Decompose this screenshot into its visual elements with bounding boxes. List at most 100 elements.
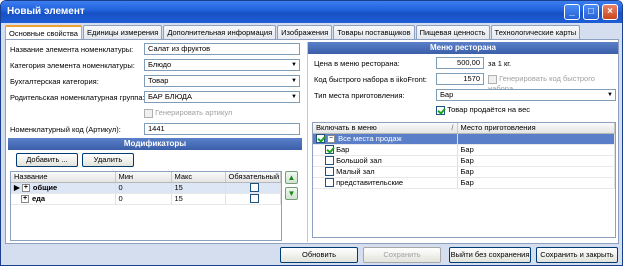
add-modifier-button[interactable]: Добавить ... bbox=[16, 153, 78, 167]
place-prep-cell[interactable]: Бар bbox=[457, 166, 615, 178]
include-checkbox[interactable] bbox=[325, 156, 334, 166]
col-required[interactable]: Обязательный bbox=[225, 172, 281, 183]
place-name-cell[interactable]: Бар bbox=[313, 144, 458, 156]
sold-by-weight-label: Товар продаётся на вес bbox=[447, 105, 531, 114]
table-row[interactable]: Большой зал Бар bbox=[313, 155, 615, 167]
minimize-icon[interactable]: _ bbox=[564, 4, 580, 20]
col-min[interactable]: Мин bbox=[115, 172, 172, 183]
name-input[interactable]: Салат из фруктов bbox=[144, 43, 300, 55]
price-input[interactable]: 500,00 bbox=[436, 57, 484, 69]
include-checkbox[interactable] bbox=[325, 178, 334, 188]
place-name: Большой зал bbox=[336, 155, 382, 165]
tab-nutrition[interactable]: Пищевая ценность bbox=[415, 25, 490, 40]
chevron-down-icon[interactable]: ▼ bbox=[289, 60, 299, 70]
modifiers-grid: Название Мин Макс Обязательный ▶ + общие … bbox=[10, 171, 282, 241]
acc-category-select[interactable]: Товар ▼ bbox=[144, 75, 300, 87]
required-checkbox[interactable] bbox=[249, 183, 259, 193]
modifier-name-cell[interactable]: ▶ + общие bbox=[11, 182, 116, 194]
generate-quick-code-checkbox[interactable] bbox=[488, 74, 497, 84]
table-row[interactable]: − Все места продаж bbox=[313, 133, 615, 145]
expand-icon[interactable]: + bbox=[21, 195, 29, 203]
place-name-cell[interactable]: Большой зал bbox=[313, 155, 458, 167]
menu-header: Меню ресторана bbox=[308, 42, 618, 54]
modifier-name-cell[interactable]: + еда bbox=[11, 193, 116, 205]
include-checkbox[interactable] bbox=[325, 167, 334, 177]
update-button[interactable]: Обновить bbox=[280, 247, 358, 263]
prep-place-label: Тип места приготовления: bbox=[314, 91, 405, 100]
modifiers-header-row: Название Мин Макс Обязательный bbox=[11, 172, 281, 183]
main-properties-panel: Название элемента номенклатуры: Салат из… bbox=[8, 42, 302, 242]
article-input[interactable]: 1441 bbox=[144, 123, 300, 135]
col-max[interactable]: Макс bbox=[171, 172, 226, 183]
generate-article-option[interactable]: Генерировать артикул bbox=[144, 108, 232, 118]
delete-modifier-button[interactable]: Удалить bbox=[82, 153, 134, 167]
collapse-icon[interactable]: − bbox=[327, 134, 336, 143]
place-name-cell[interactable]: представительские bbox=[313, 177, 458, 189]
tab-tech-cards[interactable]: Технологические карты bbox=[490, 25, 581, 40]
table-row[interactable]: ▶ + общие 0 15 bbox=[11, 182, 281, 194]
menu-places-grid: Включать в меню / Место приготовления − Вс… bbox=[312, 122, 616, 238]
prep-place-select[interactable]: Бар ▼ bbox=[436, 89, 616, 101]
tab-images[interactable]: Изображения bbox=[277, 25, 333, 40]
sold-by-weight-checkbox[interactable] bbox=[436, 105, 445, 115]
place-name: Малый зал bbox=[336, 166, 375, 176]
move-down-icon[interactable]: ▼ bbox=[285, 187, 298, 200]
chevron-down-icon[interactable]: ▼ bbox=[289, 76, 299, 86]
modifier-name: общие bbox=[32, 182, 58, 192]
place-prep-cell[interactable]: Бар bbox=[457, 144, 615, 156]
modifier-required-cell[interactable] bbox=[225, 193, 281, 205]
table-row[interactable]: Малый зал Бар bbox=[313, 166, 615, 178]
restaurant-menu-panel: Меню ресторана Цена в меню ресторана: 50… bbox=[307, 42, 618, 242]
include-checkbox[interactable] bbox=[325, 145, 334, 155]
price-label: Цена в меню ресторана: bbox=[314, 59, 400, 68]
tab-content: Название элемента номенклатуры: Салат из… bbox=[5, 39, 619, 244]
modifier-min-cell[interactable]: 0 bbox=[115, 193, 172, 205]
col-name[interactable]: Название bbox=[11, 172, 116, 183]
exit-without-saving-button[interactable]: Выйти без сохранения bbox=[449, 247, 531, 263]
table-row[interactable]: + еда 0 15 bbox=[11, 193, 281, 205]
generate-article-label: Генерировать артикул bbox=[155, 108, 233, 117]
category-value: Блюдо bbox=[148, 60, 172, 69]
sold-by-weight-option[interactable]: Товар продаётся на вес bbox=[436, 105, 530, 115]
place-name: Все места продаж bbox=[338, 133, 402, 143]
sort-icon[interactable]: / bbox=[451, 123, 456, 132]
required-checkbox[interactable] bbox=[249, 194, 259, 204]
col-prep-place[interactable]: Место приготовления bbox=[457, 123, 615, 134]
include-checkbox[interactable] bbox=[316, 134, 325, 144]
tab-supplier-goods[interactable]: Товары поставщиков bbox=[333, 25, 415, 40]
save-button[interactable]: Сохранить bbox=[363, 247, 441, 263]
place-name-cell[interactable]: − Все места продаж bbox=[313, 133, 458, 145]
price-unit: за 1 кг. bbox=[488, 59, 512, 68]
place-prep-cell[interactable] bbox=[457, 133, 615, 145]
modifier-max-cell[interactable]: 15 bbox=[171, 182, 226, 194]
col-include-in-menu[interactable]: Включать в меню / bbox=[313, 123, 458, 134]
place-prep-cell[interactable]: Бар bbox=[457, 155, 615, 167]
table-row[interactable]: Бар Бар bbox=[313, 144, 615, 156]
expand-icon[interactable]: + bbox=[21, 184, 30, 192]
place-prep-cell[interactable]: Бар bbox=[457, 177, 615, 189]
place-name: представительские bbox=[336, 177, 404, 187]
title-bar[interactable]: Новый элемент bbox=[1, 1, 622, 23]
category-select[interactable]: Блюдо ▼ bbox=[144, 59, 300, 71]
save-and-close-button[interactable]: Сохранить и закрыть bbox=[536, 247, 618, 263]
modifier-max-cell[interactable]: 15 bbox=[171, 193, 226, 205]
chevron-down-icon[interactable]: ▼ bbox=[289, 92, 299, 102]
dialog-window: Новый элемент _ □ × Основные свойства Ед… bbox=[0, 0, 623, 266]
place-name-cell[interactable]: Малый зал bbox=[313, 166, 458, 178]
maximize-icon[interactable]: □ bbox=[583, 4, 599, 20]
prep-place-value: Бар bbox=[440, 90, 454, 99]
table-row[interactable]: представительские Бар bbox=[313, 177, 615, 189]
parent-group-select[interactable]: БАР БЛЮДА ▼ bbox=[144, 91, 300, 103]
chevron-down-icon[interactable]: ▼ bbox=[605, 90, 615, 100]
generate-article-checkbox[interactable] bbox=[144, 108, 153, 118]
modifier-min-cell[interactable]: 0 bbox=[115, 182, 172, 194]
modifiers-header: Модификаторы bbox=[8, 138, 302, 150]
tab-additional-info[interactable]: Дополнительная информация bbox=[163, 25, 277, 40]
move-up-icon[interactable]: ▲ bbox=[285, 171, 298, 184]
close-icon[interactable]: × bbox=[602, 4, 618, 20]
modifier-required-cell[interactable] bbox=[225, 182, 281, 194]
place-name: Бар bbox=[336, 144, 350, 154]
quick-code-input[interactable]: 1570 bbox=[436, 73, 484, 85]
quick-code-label: Код быстрого набора в iikoFront: bbox=[314, 75, 427, 84]
tab-units[interactable]: Единицы измерения bbox=[82, 25, 163, 40]
